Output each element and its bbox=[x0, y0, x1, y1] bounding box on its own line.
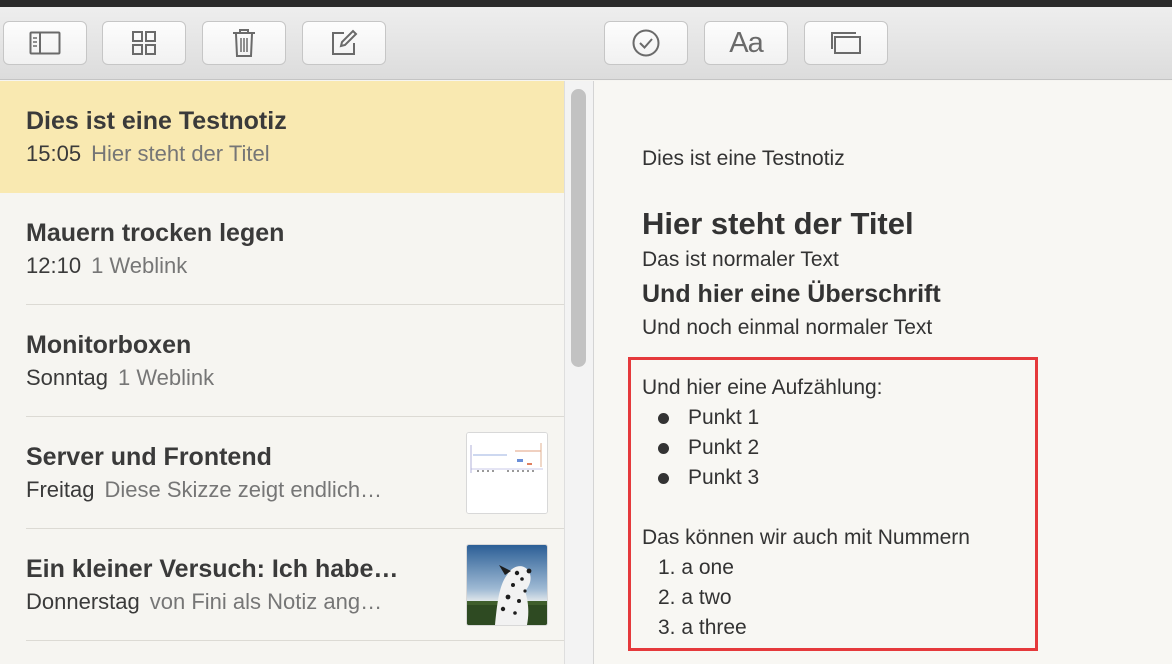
trash-icon bbox=[233, 29, 255, 57]
note-item[interactable]: Ein kleiner Versuch: Ich habe… Donnersta… bbox=[0, 529, 564, 641]
note-snippet: 1 Weblink bbox=[91, 253, 188, 278]
note-item[interactable]: Mauern trocken legen 12:10 1 Weblink bbox=[0, 193, 564, 305]
note-subline: 12:10 1 Weblink bbox=[26, 253, 187, 279]
bullet-list-intro: Und hier eine Aufzählung: bbox=[642, 376, 883, 399]
note-snippet: Hier steht der Titel bbox=[91, 141, 270, 166]
note-subline: Sonntag 1 Weblink bbox=[26, 365, 214, 391]
note-subline: 15:05 Hier steht der Titel bbox=[26, 141, 270, 167]
delete-button[interactable] bbox=[202, 21, 286, 65]
bullet-icon bbox=[658, 473, 669, 484]
sidebar-toggle-button[interactable] bbox=[3, 21, 87, 65]
grid-view-icon bbox=[132, 31, 156, 55]
numbered-item: 1. a one bbox=[658, 556, 734, 579]
numbered-item: 3. a three bbox=[658, 616, 747, 639]
note-snippet: 1 Weblink bbox=[117, 365, 215, 390]
checklist-icon bbox=[632, 29, 660, 57]
notes-list-scrollbar[interactable] bbox=[564, 81, 594, 664]
attachments-browser-button[interactable] bbox=[804, 21, 888, 65]
note-item-selected[interactable]: Dies ist eine Testnotiz 15:05 Hier steht … bbox=[0, 81, 564, 193]
toolbar: Aa bbox=[0, 7, 1172, 80]
checklist-button[interactable] bbox=[604, 21, 688, 65]
note-title: Dies ist eine Testnotiz bbox=[26, 107, 287, 135]
note-title: Mauern trocken legen bbox=[26, 219, 285, 247]
numbered-list-intro: Das können wir auch mit Nummern bbox=[642, 526, 970, 549]
attachments-browser-icon bbox=[831, 32, 861, 54]
note-subline: Freitag Diese Skizze zeigt endlich… bbox=[26, 477, 382, 503]
grid-view-button[interactable] bbox=[102, 21, 186, 65]
note-editor[interactable]: Dies ist eine Testnotiz Hier steht der T… bbox=[594, 81, 1172, 664]
note-date: Donnerstag bbox=[26, 589, 140, 614]
note-first-line: Dies ist eine Testnotiz bbox=[642, 147, 845, 170]
note-snippet: Diese Skizze zeigt endlich… bbox=[104, 477, 383, 502]
numbered-item: 2. a two bbox=[658, 586, 732, 609]
note-date: Freitag bbox=[26, 477, 95, 502]
note-title: Monitorboxen bbox=[26, 331, 192, 359]
scrollbar-thumb[interactable] bbox=[571, 89, 586, 367]
note-subline: Donnerstag von Fini als Notiz ang… bbox=[26, 589, 382, 615]
note-item[interactable]: Monitorboxen Sonntag 1 Weblink bbox=[0, 305, 564, 417]
bullet-item: Punkt 2 bbox=[688, 436, 760, 459]
bullet-icon bbox=[658, 413, 669, 424]
compose-icon bbox=[332, 29, 358, 55]
window-top-edge bbox=[0, 0, 1172, 7]
note-paragraph: Und noch einmal normaler Text bbox=[642, 316, 933, 339]
note-title: Ein kleiner Versuch: Ich habe… bbox=[26, 555, 399, 583]
notes-list: Dies ist eine Testnotiz 15:05 Hier steht … bbox=[0, 81, 564, 664]
new-note-button[interactable] bbox=[302, 21, 386, 65]
bullet-item: Punkt 1 bbox=[688, 406, 760, 429]
note-paragraph: Das ist normaler Text bbox=[642, 248, 839, 271]
divider bbox=[26, 640, 564, 641]
note-date: 15:05 bbox=[26, 141, 82, 166]
format-button[interactable]: Aa bbox=[704, 21, 788, 65]
bullet-item: Punkt 3 bbox=[688, 466, 760, 489]
note-snippet: von Fini als Notiz ang… bbox=[149, 589, 383, 614]
note-title: Server und Frontend bbox=[26, 443, 272, 471]
note-date: 12:10 bbox=[26, 253, 82, 278]
bullet-icon bbox=[658, 443, 669, 454]
note-item[interactable]: Server und Frontend Freitag Diese Skizze … bbox=[0, 417, 564, 529]
highlight-box: Und hier eine Aufzählung: Punkt 1 Punkt … bbox=[628, 357, 1038, 651]
note-date: Sonntag bbox=[26, 365, 108, 390]
note-title-heading: Hier steht der Titel bbox=[642, 206, 914, 241]
note-subheading: Und hier eine Überschrift bbox=[642, 280, 941, 308]
format-text-icon: Aa bbox=[729, 26, 763, 59]
dalmatian-photo-thumbnail bbox=[466, 544, 548, 626]
sketch-thumbnail bbox=[466, 432, 548, 514]
sidebar-toggle-icon bbox=[29, 31, 61, 55]
